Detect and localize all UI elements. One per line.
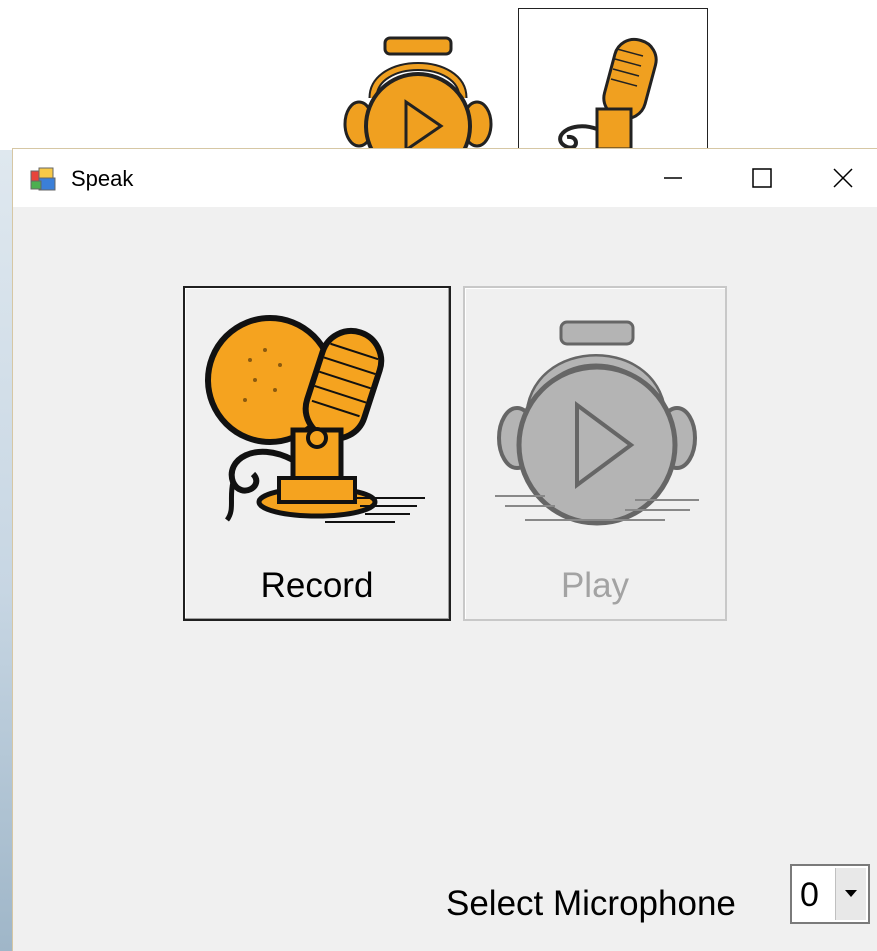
microphone-select[interactable]: 0 (790, 864, 870, 924)
close-button[interactable] (807, 149, 877, 207)
play-button[interactable]: Play (463, 286, 727, 621)
dropdown-arrow-button[interactable] (835, 868, 866, 920)
microphone-icon (205, 315, 425, 523)
play-button-label: Play (560, 566, 630, 605)
speak-window: Speak Record Play Select Microphone 0 (12, 148, 877, 951)
record-button[interactable]: Record (183, 286, 451, 621)
close-icon (832, 168, 853, 188)
select-microphone-label: Select Microphone (446, 884, 736, 923)
app-window-icon (30, 167, 56, 191)
chevron-down-icon (845, 890, 857, 897)
headphones-play-icon (495, 320, 699, 526)
title-bar[interactable]: Speak (13, 149, 877, 207)
headphones-play-icon[interactable] (343, 36, 493, 150)
desktop-edge (0, 150, 12, 951)
record-button-label: Record (260, 566, 374, 605)
maximize-icon (752, 168, 772, 188)
minimize-icon (664, 177, 682, 179)
microphone-select-value: 0 (800, 876, 819, 914)
minimize-button[interactable] (629, 149, 717, 207)
maximize-button[interactable] (718, 149, 806, 207)
microphone-icon[interactable] (518, 8, 708, 150)
window-title: Speak (71, 166, 134, 191)
